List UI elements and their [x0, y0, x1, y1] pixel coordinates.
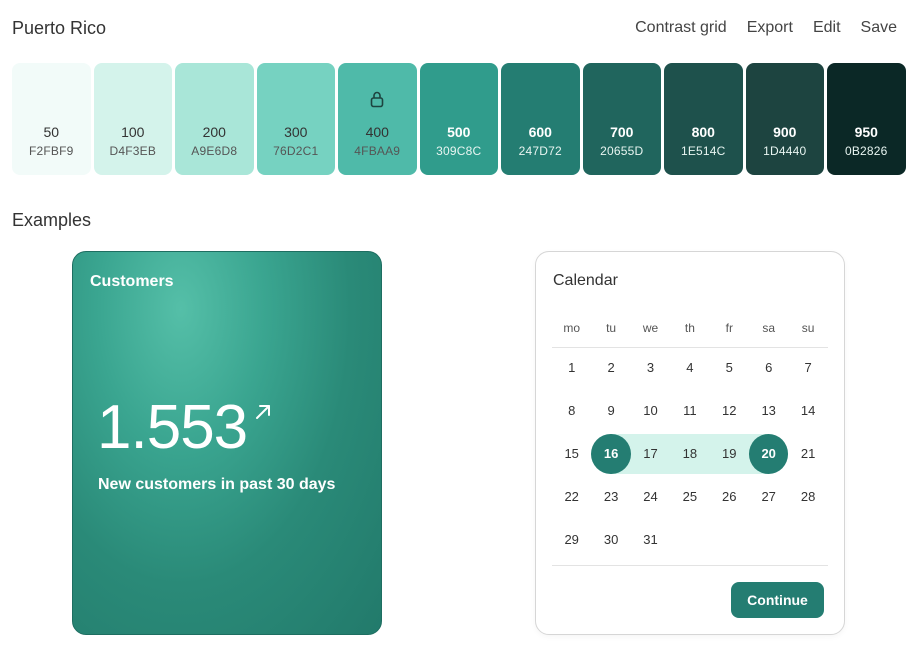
calendar-day[interactable]: 17 [631, 434, 670, 474]
swatch-hex-label: 309C8C [436, 144, 482, 158]
lock-icon[interactable] [369, 90, 385, 113]
header-actions: Contrast grid Export Edit Save [635, 19, 897, 37]
swatch-shade-label: 400 [365, 124, 389, 140]
swatch-400[interactable]: 400 4FBAA9 [338, 63, 417, 175]
top-bar: Puerto Rico Contrast grid Export Edit Sa… [0, 0, 914, 60]
calendar-day[interactable]: 12 [710, 391, 749, 431]
save-button[interactable]: Save [861, 19, 897, 37]
calendar-day[interactable]: 21 [788, 434, 827, 474]
calendar-day[interactable]: 15 [552, 434, 591, 474]
calendar-day[interactable]: 23 [591, 477, 630, 517]
swatch-600[interactable]: 600 247D72 [501, 63, 580, 175]
weekday-su: su [801, 321, 815, 335]
calendar-day[interactable]: 3 [631, 348, 670, 388]
calendar-day[interactable]: 5 [710, 348, 749, 388]
customers-card-title: Customers [90, 273, 174, 290]
weekday-th: th [684, 321, 695, 335]
swatch-hex-label: 76D2C1 [273, 144, 319, 158]
palette-title: Puerto Rico [12, 18, 107, 38]
calendar-day[interactable]: 24 [631, 477, 670, 517]
swatch-900[interactable]: 900 1D4440 [745, 63, 824, 175]
swatch-hex-label: 4FBAA9 [354, 144, 401, 158]
swatch-300[interactable]: 300 76D2C1 [256, 63, 335, 175]
swatch-200[interactable]: 200 A9E6D8 [175, 63, 254, 175]
weekday-fr: fr [725, 321, 733, 335]
swatch-hex-label: 0B2826 [844, 144, 888, 158]
swatch-hex-label: 20655D [600, 144, 644, 158]
examples-heading: Examples [12, 210, 92, 230]
customers-card: Customers 1.553 New customers in past 30… [72, 251, 382, 635]
swatch-hex-label: 1D4440 [763, 144, 807, 158]
continue-button[interactable]: Continue [731, 582, 824, 618]
swatch-shade-label: 950 [854, 124, 878, 140]
swatch-950[interactable]: 950 0B2826 [827, 63, 906, 175]
calendar-divider [552, 565, 828, 566]
swatch-shade-label: 900 [773, 124, 797, 140]
calendar-day[interactable]: 28 [788, 477, 827, 517]
swatch-hex-label: D4F3EB [109, 144, 157, 158]
customers-subtitle: New customers in past 30 days [98, 476, 336, 493]
calendar-day[interactable]: 10 [631, 391, 670, 431]
swatch-shade-label: 500 [447, 124, 471, 140]
calendar-day[interactable]: 22 [552, 477, 591, 517]
calendar-day[interactable]: 16 [591, 434, 632, 474]
weekday-mo: mo [563, 321, 581, 335]
weekday-sa: sa [762, 321, 776, 335]
swatch-700[interactable]: 700 20655D [582, 63, 661, 175]
swatch-hex-label: F2FBF9 [28, 144, 74, 158]
weekday-tu: tu [606, 321, 617, 335]
calendar-day[interactable]: 9 [591, 391, 630, 431]
weekday-we: we [642, 321, 659, 335]
calendar-day[interactable]: 14 [788, 391, 827, 431]
calendar-day[interactable]: 19 [710, 434, 749, 474]
swatch-shade-label: 100 [121, 124, 145, 140]
calendar-day[interactable]: 7 [788, 348, 827, 388]
swatch-hex-label: 1E514C [680, 144, 726, 158]
swatch-shade-label: 50 [43, 124, 60, 140]
calendar-day[interactable]: 30 [591, 520, 630, 560]
swatch-shade-label: 600 [528, 124, 552, 140]
calendar-day[interactable]: 27 [749, 477, 788, 517]
calendar-day[interactable]: 26 [710, 477, 749, 517]
calendar-day[interactable]: 11 [670, 391, 709, 431]
calendar-day[interactable]: 25 [670, 477, 709, 517]
calendar-day[interactable]: 18 [670, 434, 709, 474]
swatch-shade-label: 700 [610, 124, 634, 140]
swatch-800[interactable]: 800 1E514C [664, 63, 743, 175]
calendar-day[interactable]: 2 [591, 348, 630, 388]
contrast-grid-button[interactable]: Contrast grid [635, 19, 727, 37]
color-palette: 50 F2FBF9 100 D4F3EB 200 A9E6D8 300 76D2C1 400 4F… [12, 63, 906, 175]
swatch-50[interactable]: 50 F2FBF9 [12, 63, 91, 175]
swatch-shade-label: 300 [284, 124, 308, 140]
swatch-hex-label: A9E6D8 [191, 144, 238, 158]
calendar-day[interactable]: 1 [552, 348, 591, 388]
calendar-title: Calendar [553, 272, 618, 289]
swatch-500[interactable]: 500 309C8C [419, 63, 498, 175]
calendar-day[interactable]: 6 [749, 348, 788, 388]
calendar-day[interactable]: 13 [749, 391, 788, 431]
swatch-hex-label: 247D72 [518, 144, 562, 158]
arrow-up-right-icon [253, 402, 273, 427]
calendar-day[interactable]: 20 [749, 434, 789, 474]
swatch-100[interactable]: 100 D4F3EB [93, 63, 172, 175]
swatch-shade-label: 200 [202, 124, 226, 140]
calendar-day[interactable]: 8 [552, 391, 591, 431]
swatch-shade-label: 800 [691, 124, 715, 140]
calendar-day[interactable]: 31 [631, 520, 670, 560]
customers-count: 1.553 [97, 393, 248, 462]
weekday-header: mo tu we th fr sa su [552, 314, 828, 348]
calendar-day[interactable]: 29 [552, 520, 591, 560]
export-button[interactable]: Export [747, 19, 793, 37]
calendar-card: Calendar mo tu we th fr sa su 1 2 3 4 5 6 7 8 9 10 11 12 1… [535, 251, 845, 635]
calendar-day[interactable]: 4 [670, 348, 709, 388]
edit-button[interactable]: Edit [813, 19, 841, 37]
